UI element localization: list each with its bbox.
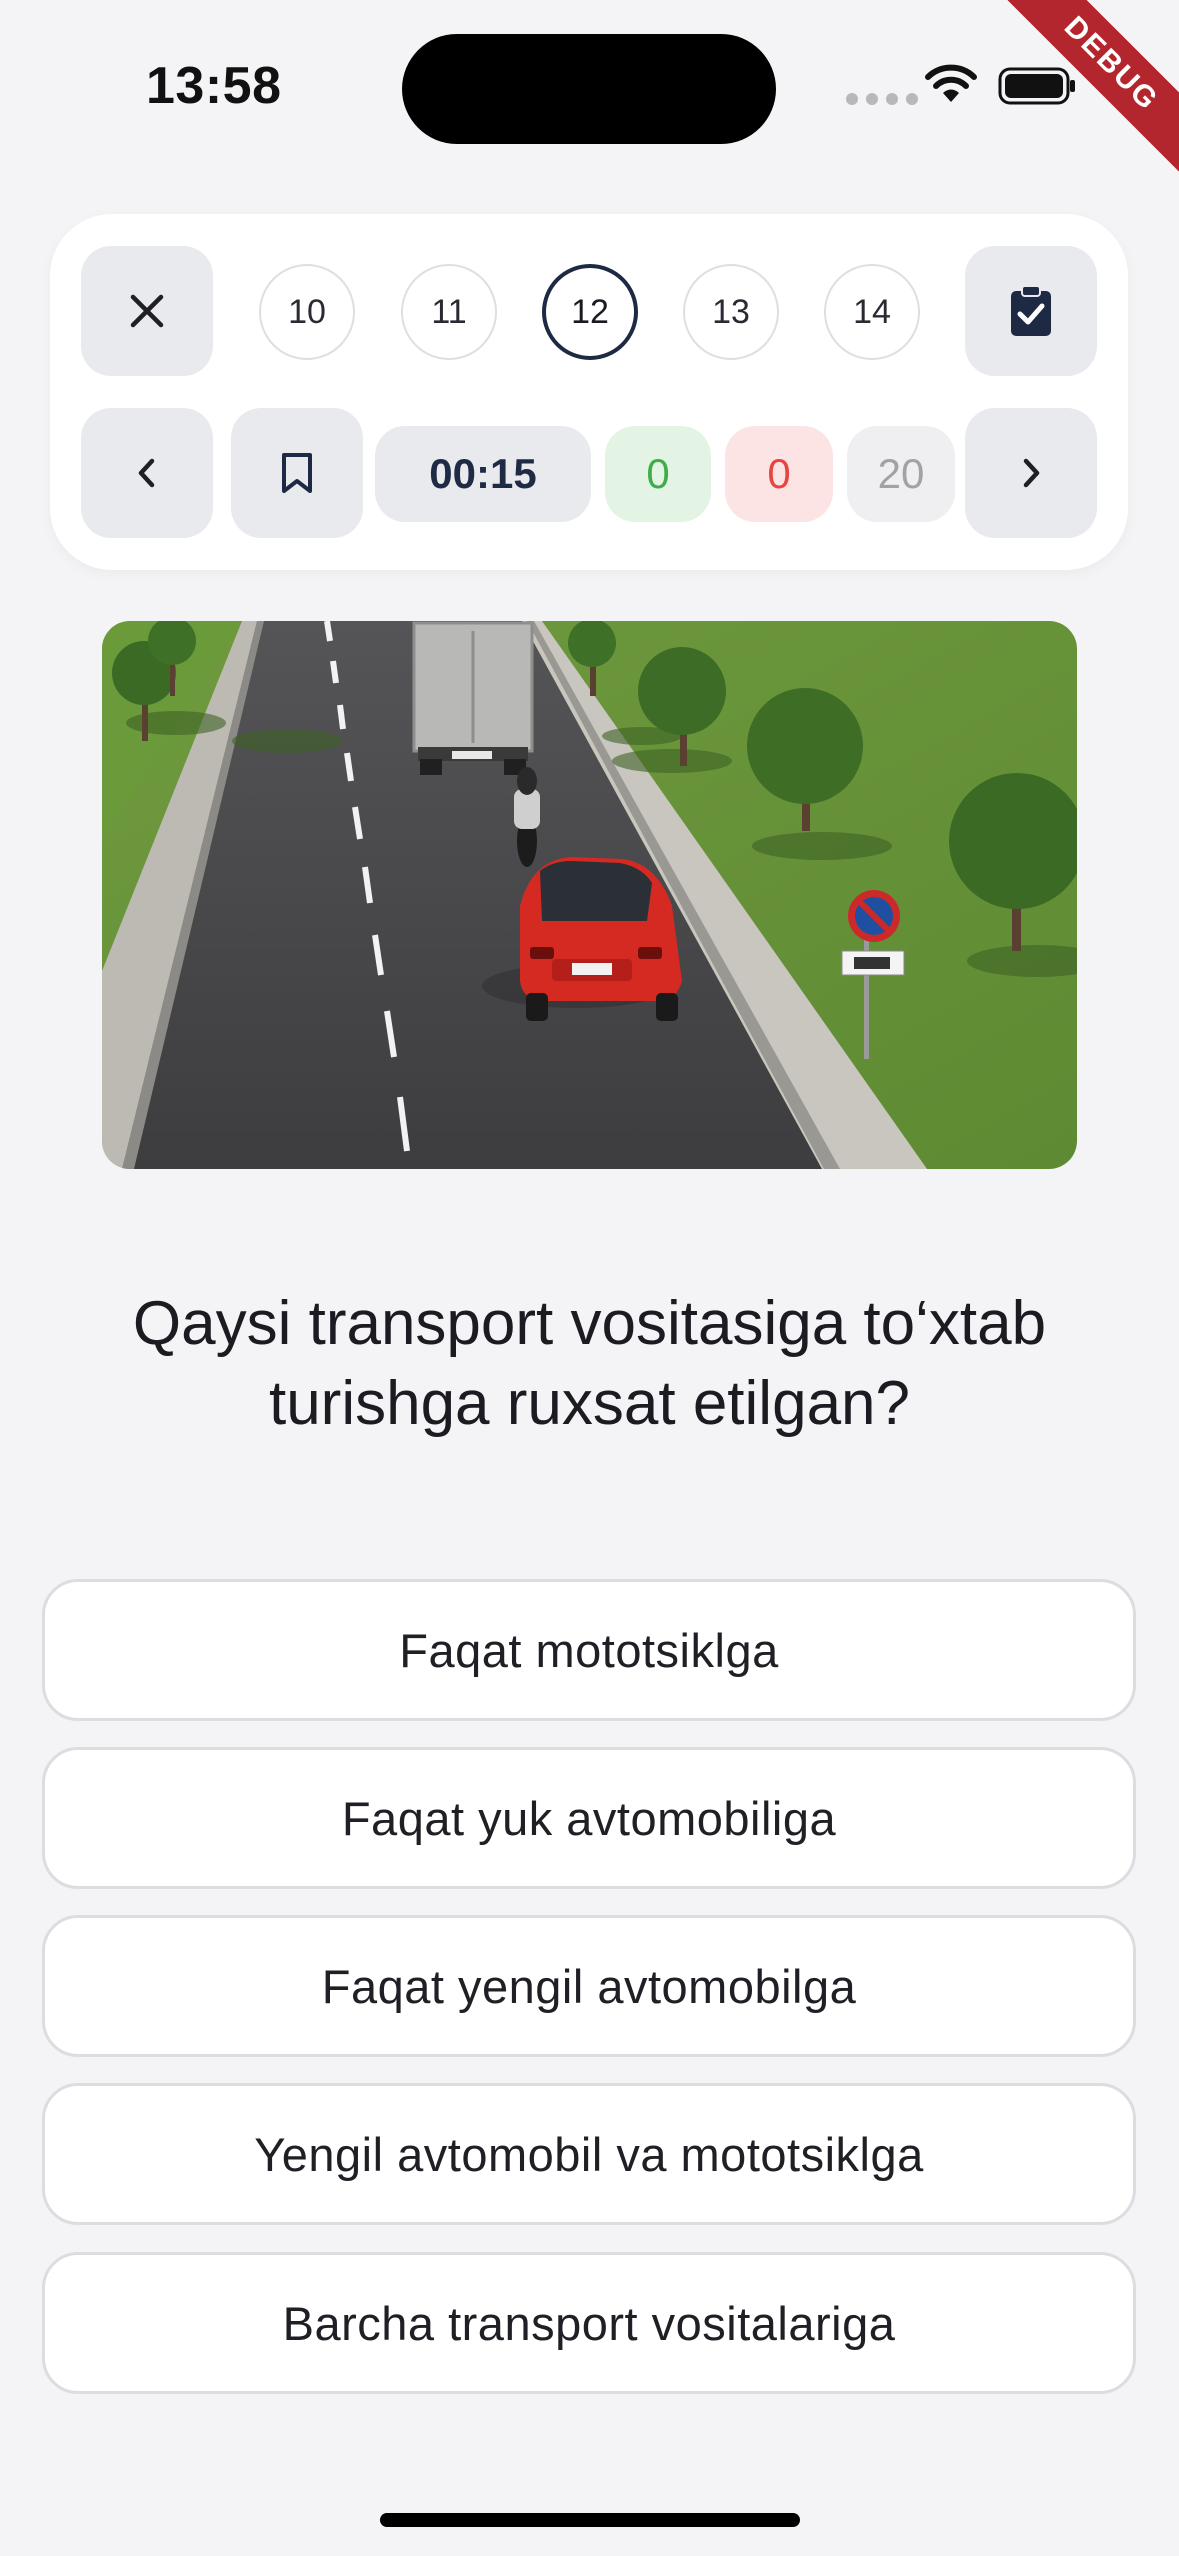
question-number-13[interactable]: 13 [683, 264, 779, 360]
question-number-11[interactable]: 11 [401, 264, 497, 360]
dynamic-island [402, 34, 776, 144]
answer-option-1[interactable]: Faqat mototsiklga [42, 1579, 1136, 1721]
wrong-count-badge: 0 [725, 426, 833, 522]
previous-question-button[interactable] [81, 408, 213, 538]
answer-option-4[interactable]: Yengil avtomobil va mototsiklga [42, 2083, 1136, 2225]
signal-dots-icon [846, 93, 918, 105]
close-button[interactable] [81, 246, 213, 376]
clipboard-check-icon [1011, 285, 1051, 336]
chevron-right-icon [1023, 458, 1040, 488]
road-scene-illustration [102, 621, 1077, 1169]
home-indicator[interactable] [380, 2513, 800, 2527]
answer-option-5[interactable]: Barcha transport vositalariga [42, 2252, 1136, 2394]
status-time: 13:58 [146, 57, 282, 115]
bookmark-button[interactable] [231, 408, 363, 538]
finish-test-button[interactable] [965, 246, 1097, 376]
timer-display: 00:15 [375, 426, 591, 522]
quiz-control-panel: 10 11 12 13 14 00:15 0 0 20 [50, 214, 1128, 570]
question-number-10[interactable]: 10 [259, 264, 355, 360]
next-question-button[interactable] [965, 408, 1097, 538]
battery-icon [998, 67, 1075, 105]
question-text: Qaysi transport vositasiga to‘xtab turis… [132, 1289, 1047, 1438]
question-number-14[interactable]: 14 [824, 264, 920, 360]
total-count-badge: 20 [847, 426, 955, 522]
question-number-12-active[interactable]: 12 [542, 264, 638, 360]
correct-count-badge: 0 [605, 426, 711, 522]
question-image [102, 621, 1077, 1169]
answer-option-3[interactable]: Faqat yengil avtomobilga [42, 1915, 1136, 2057]
bookmark-icon [282, 453, 312, 493]
answer-option-2[interactable]: Faqat yuk avtomobiliga [42, 1747, 1136, 1889]
wifi-icon [925, 64, 977, 102]
chevron-left-icon [138, 458, 155, 488]
close-icon [130, 294, 164, 328]
